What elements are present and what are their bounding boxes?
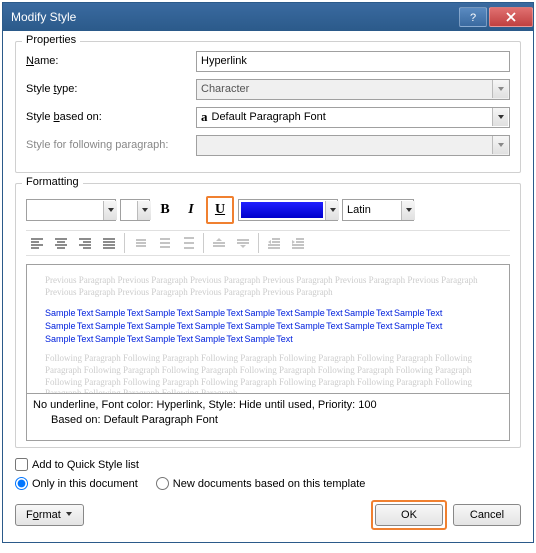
italic-button[interactable]: I [180, 199, 202, 221]
align-justify-button[interactable] [98, 233, 120, 253]
chevron-down-icon [65, 509, 73, 521]
style-type-label: Style type: [26, 83, 196, 95]
svg-text:?: ? [470, 12, 476, 22]
align-center-button[interactable] [50, 233, 72, 253]
space-before-dec-button[interactable] [232, 233, 254, 253]
quick-style-label: Add to Quick Style list [32, 459, 139, 471]
only-document-label: Only in this document [32, 478, 138, 490]
preview-area: Previous Paragraph Previous Paragraph Pr… [26, 264, 510, 394]
font-size-select[interactable] [120, 199, 150, 221]
properties-legend: Properties [22, 34, 80, 46]
chevron-down-icon [492, 80, 508, 98]
align-left-button[interactable] [26, 233, 48, 253]
chevron-down-icon[interactable] [492, 108, 508, 126]
preview-sample-3: Sample Text Sample Text Sample Text Samp… [45, 334, 491, 344]
color-swatch-icon [241, 202, 323, 218]
cancel-button[interactable]: Cancel [453, 504, 521, 526]
ok-button[interactable]: OK [375, 504, 443, 526]
new-documents-label: New documents based on this template [173, 478, 366, 490]
underline-highlight: U [206, 196, 234, 224]
indent-dec-button[interactable] [263, 233, 285, 253]
window-title: Modify Style [11, 10, 457, 24]
preview-sample-1: Sample Text Sample Text Sample Text Samp… [45, 308, 491, 318]
properties-group: Properties Name: Style type: Character S… [15, 41, 521, 173]
font-glyph-icon: a [201, 109, 208, 125]
script-value: Latin [347, 204, 371, 216]
only-document-radio[interactable] [15, 477, 28, 490]
based-on-label: Style based on: [26, 111, 196, 123]
ok-button-highlight: OK [371, 500, 447, 530]
close-button[interactable] [489, 7, 533, 27]
help-button[interactable]: ? [459, 7, 487, 27]
modify-style-dialog: Modify Style ? Properties Name: Style ty… [2, 2, 534, 543]
preview-sample-2: Sample Text Sample Text Sample Text Samp… [45, 321, 491, 331]
description-line-1: No underline, Font color: Hyperlink, Sty… [33, 398, 503, 413]
description-line-2: Based on: Default Paragraph Font [33, 413, 503, 428]
line-spacing-1-button[interactable] [129, 233, 151, 253]
indent-inc-button[interactable] [287, 233, 309, 253]
based-on-value: Default Paragraph Font [212, 111, 326, 123]
line-spacing-15-button[interactable] [153, 233, 175, 253]
font-color-select[interactable] [238, 199, 338, 221]
align-right-button[interactable] [74, 233, 96, 253]
following-label: Style for following paragraph: [26, 139, 196, 151]
titlebar: Modify Style ? [3, 3, 533, 31]
style-type-select: Character [196, 79, 510, 100]
style-description: No underline, Font color: Hyperlink, Sty… [26, 393, 510, 441]
quick-style-checkbox[interactable] [15, 458, 28, 471]
following-select [196, 135, 510, 156]
chevron-down-icon [492, 136, 508, 154]
font-family-select[interactable] [26, 199, 116, 221]
style-type-value: Character [201, 83, 249, 95]
based-on-select[interactable]: a Default Paragraph Font [196, 107, 510, 128]
script-select[interactable]: Latin [342, 199, 414, 221]
underline-button[interactable]: U [209, 199, 231, 221]
line-spacing-2-button[interactable] [177, 233, 199, 253]
format-button[interactable]: Format [15, 504, 84, 526]
formatting-legend: Formatting [22, 176, 83, 188]
new-documents-radio[interactable] [156, 477, 169, 490]
preview-previous-text: Previous Paragraph Previous Paragraph Pr… [45, 275, 491, 298]
bold-button[interactable]: B [154, 199, 176, 221]
name-input[interactable] [196, 51, 510, 72]
name-label: Name: [26, 55, 196, 67]
formatting-group: Formatting B I U Latin [15, 183, 521, 448]
space-before-inc-button[interactable] [208, 233, 230, 253]
preview-following-text: Following Paragraph Following Paragraph … [45, 353, 491, 394]
